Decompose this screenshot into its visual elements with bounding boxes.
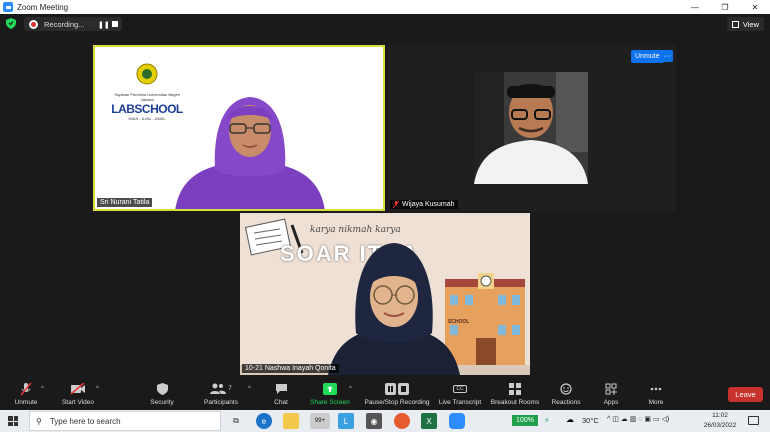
- more-button[interactable]: More: [631, 382, 681, 406]
- close-button[interactable]: ✕: [740, 0, 770, 14]
- share-options-chevron-icon[interactable]: ^: [349, 386, 352, 392]
- window-title: Zoom Meeting: [17, 2, 69, 12]
- video-off-icon: [70, 382, 86, 396]
- stop-recording-icon[interactable]: [112, 21, 118, 27]
- zoom-taskbar-icon[interactable]: [449, 413, 465, 429]
- grid-view-icon: [731, 20, 739, 28]
- participant-3-avatar: [328, 243, 460, 375]
- video-tile-2[interactable]: Wijaya Kusumah: [388, 45, 676, 211]
- window-titlebar: Zoom Meeting — ❐ ✕: [0, 0, 770, 14]
- view-button[interactable]: View: [726, 17, 764, 31]
- search-placeholder: Type here to search: [49, 416, 121, 426]
- zoom-logo-icon: [3, 2, 13, 12]
- view-label: View: [742, 19, 759, 29]
- recording-indicator: Recording... ❚❚: [24, 17, 122, 31]
- labschool-emblem-icon: [136, 63, 158, 85]
- shield-icon: [156, 382, 168, 396]
- participant-2-video: [474, 72, 588, 184]
- smile-icon: [560, 382, 572, 396]
- recording-dot-icon: [29, 19, 38, 29]
- shield-icon[interactable]: [6, 18, 16, 29]
- participants-options-chevron-icon[interactable]: ^: [248, 386, 251, 392]
- mic-muted-icon: [20, 382, 32, 396]
- breakout-rooms-button[interactable]: Breakout Rooms: [490, 382, 540, 406]
- firefox-icon[interactable]: [394, 413, 410, 429]
- taskbar-clock[interactable]: 11:02 26/03/2022: [700, 411, 740, 431]
- share-screen-icon: [323, 382, 337, 396]
- maximize-button[interactable]: ❐: [710, 0, 740, 14]
- window-controls: — ❐ ✕: [680, 0, 770, 14]
- taskbar-search-input[interactable]: ⚲ Type here to search: [29, 411, 221, 431]
- clock-date: 26/03/2022: [703, 422, 737, 429]
- pause-stop-recording-button[interactable]: Pause/Stop Recording: [364, 382, 430, 406]
- leave-button[interactable]: Leave: [728, 387, 763, 402]
- chat-button[interactable]: Chat: [256, 382, 306, 406]
- notification-icon[interactable]: [748, 416, 759, 425]
- meeting-topbar: Recording... ❚❚ View: [0, 14, 770, 34]
- breakout-rooms-icon: [509, 382, 521, 396]
- cc-icon: CC: [453, 382, 467, 396]
- video-tile-3[interactable]: karya nikmah karya SOAR ITRA SCHOOL 10-2…: [240, 213, 530, 375]
- participants-icon: 7: [210, 382, 232, 396]
- clock-time: 11:02: [712, 412, 728, 419]
- video-tile-1[interactable]: Yayasan Pembina Universitas Negeri Jakar…: [93, 45, 385, 211]
- apps-icon: [605, 382, 617, 396]
- store-icon[interactable]: 99+: [310, 413, 330, 429]
- meeting-area: Recording... ❚❚ View Yayasan Pembina Uni…: [0, 14, 770, 380]
- battery-saver-icon[interactable]: ⚡: [544, 416, 550, 425]
- video-options-chevron-icon[interactable]: ^: [96, 386, 99, 392]
- chat-icon: [275, 382, 288, 396]
- apps-button[interactable]: Apps: [586, 382, 636, 406]
- security-button[interactable]: Security: [137, 382, 187, 406]
- participant-name-label: Wijaya Kusumah: [390, 200, 458, 209]
- pause-stop-icon: [385, 382, 409, 396]
- participant-name-label: Sri Nurani Tatila: [97, 198, 153, 207]
- excel-icon[interactable]: X: [421, 413, 437, 429]
- live-transcript-button[interactable]: CC Live Transcript: [435, 382, 485, 406]
- reactions-button[interactable]: Reactions: [541, 382, 591, 406]
- meeting-toolbar: Unmute ^ Start Video ^ Security 7 Partic…: [0, 380, 770, 410]
- participant-1-avatar: [175, 97, 325, 209]
- participants-button[interactable]: 7 Participants: [196, 382, 246, 406]
- tile-unmute-button[interactable]: Unmute: [631, 50, 664, 63]
- minimize-button[interactable]: —: [680, 0, 710, 14]
- pause-recording-icon[interactable]: ❚❚: [98, 21, 110, 29]
- more-dots-icon: [650, 382, 662, 396]
- weather-icon[interactable]: ☁: [566, 415, 574, 424]
- participants-count: 7: [228, 386, 232, 392]
- app-l-icon[interactable]: L: [338, 413, 354, 429]
- file-explorer-icon[interactable]: [283, 413, 299, 429]
- edge-browser-icon[interactable]: e: [256, 413, 272, 429]
- task-view-icon[interactable]: ⧉: [228, 413, 244, 429]
- unmute-options-chevron-icon[interactable]: ^: [41, 386, 44, 392]
- system-tray-icons[interactable]: ^ ◫ ☁ ▥ ◌ ▣ ▭ ◁): [607, 415, 669, 423]
- background-script-text: karya nikmah karya: [310, 225, 401, 235]
- battery-indicator[interactable]: 100%: [512, 415, 538, 426]
- tile-more-button[interactable]: ···: [661, 50, 673, 62]
- search-icon: ⚲: [36, 416, 42, 426]
- temperature-label: 30°C: [582, 416, 599, 425]
- windows-taskbar: ⚲ Type here to search ⧉ e 99+ L ◉ X 100%…: [0, 410, 770, 432]
- camera-icon[interactable]: ◉: [366, 413, 382, 429]
- windows-start-icon[interactable]: [8, 416, 18, 426]
- share-screen-button[interactable]: Share Screen: [305, 382, 355, 406]
- mic-muted-icon: [392, 200, 400, 209]
- recording-label: Recording...: [44, 19, 85, 29]
- participant-name-label: 10-21 Nashwa Inayah Qonita: [242, 364, 339, 373]
